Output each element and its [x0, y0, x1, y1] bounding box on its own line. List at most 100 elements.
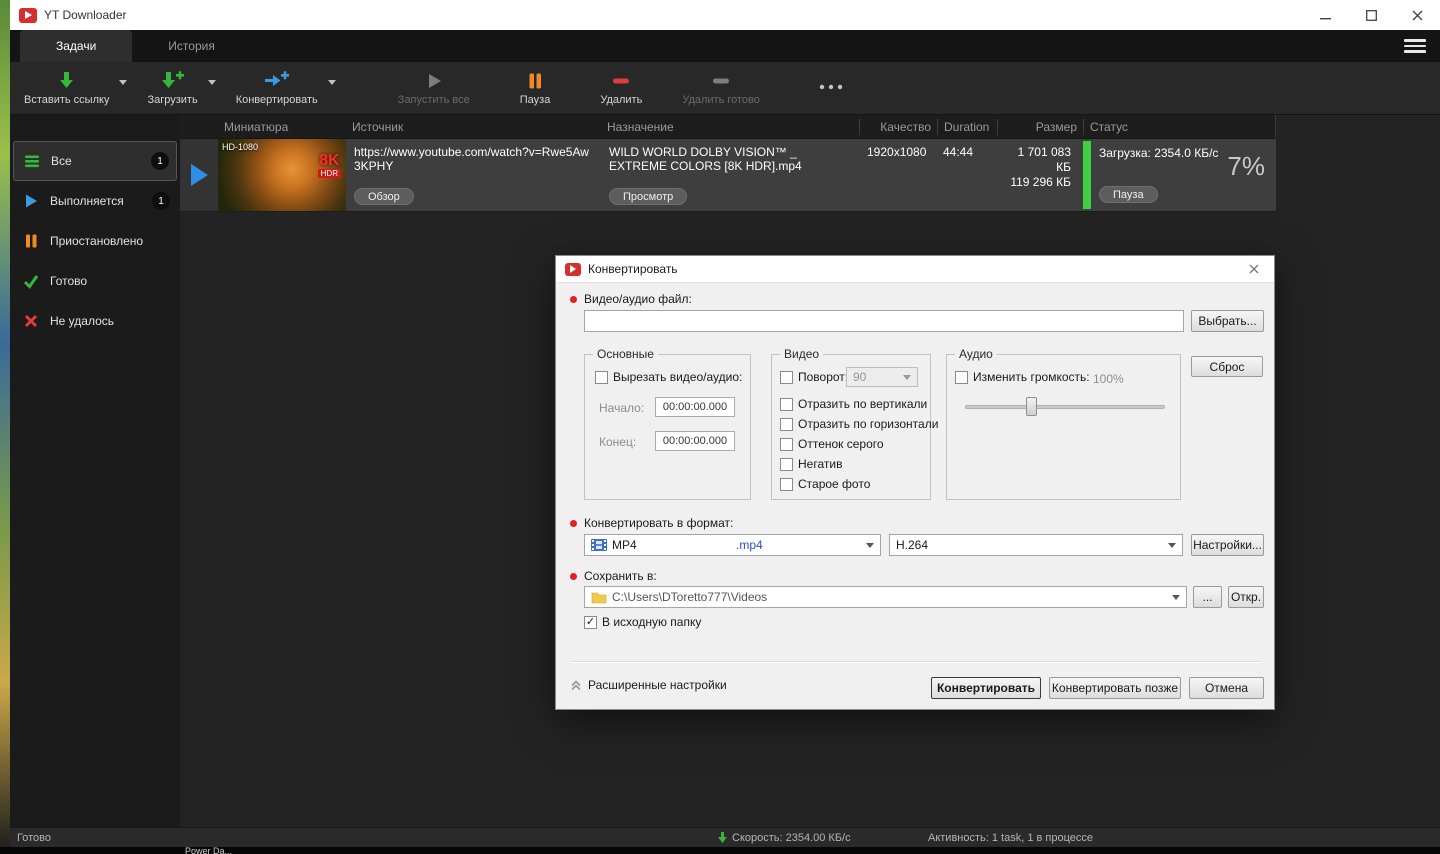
group-video: Видео Поворот: 90 Отразить по вертикали … [771, 347, 938, 500]
sidebar-item-all[interactable]: Все 1 [13, 141, 177, 181]
dialog-separator [570, 661, 1262, 662]
browse-button[interactable]: ... [1193, 586, 1222, 608]
sidebar-item-paused[interactable]: Приостановлено [10, 221, 180, 261]
menu-button[interactable] [1404, 39, 1426, 53]
close-icon [1249, 264, 1259, 274]
film-icon [591, 539, 607, 551]
minimize-button[interactable] [1302, 0, 1348, 30]
pause-icon [23, 233, 41, 249]
sidebar-item-running[interactable]: Выполняется 1 [10, 181, 180, 221]
close-button[interactable] [1394, 0, 1440, 30]
download-dropdown-caret[interactable] [207, 79, 216, 85]
source-cell: https://www.youtube.com/watch?v=Rwe5Aw3K… [346, 139, 601, 211]
start-all-button[interactable]: Запустить все [390, 68, 478, 109]
maximize-button[interactable] [1348, 0, 1394, 30]
paste-link-button[interactable]: Вставить ссылку [16, 68, 117, 109]
quality-value: 1920x1080 [867, 145, 927, 159]
dialog-title: Конвертировать [588, 262, 678, 276]
sidebar-item-done[interactable]: Готово [10, 261, 180, 301]
paste-link-dropdown-caret[interactable] [119, 79, 128, 85]
convert-plus-icon [264, 71, 290, 91]
dialog-title-bar: Конвертировать [556, 256, 1274, 283]
old-photo-checkbox[interactable]: Старое фото [780, 477, 870, 491]
convert-dropdown-caret[interactable] [327, 79, 336, 85]
overview-button[interactable]: Обзор [354, 188, 414, 205]
tab-history[interactable]: История [132, 30, 251, 62]
play-icon [425, 71, 443, 91]
row-play-button[interactable] [180, 139, 218, 211]
col-destination[interactable]: Назначение [601, 120, 859, 134]
size-cell: 1 701 083 КБ 119 296 КБ [997, 139, 1083, 211]
volume-slider[interactable] [965, 397, 1165, 416]
group-basic: Основные Вырезать видео/аудио: Начало: К… [584, 347, 751, 500]
group-video-title: Видео [780, 347, 824, 361]
codec-select[interactable]: H.264 [889, 534, 1183, 556]
paste-link-label: Вставить ссылку [24, 93, 110, 106]
col-status[interactable]: Статус [1083, 118, 1275, 135]
col-size[interactable]: Размер [997, 118, 1083, 135]
reset-button[interactable]: Сброс [1191, 356, 1263, 377]
cancel-button[interactable]: Отмена [1189, 677, 1264, 699]
grayscale-checkbox[interactable]: Оттенок серого [780, 437, 884, 451]
format-select[interactable]: MP4 .mp4 [584, 534, 881, 556]
save-section-label: Сохранить в: [570, 569, 657, 583]
delete-button[interactable]: Удалить [592, 68, 650, 109]
col-quality[interactable]: Качество [859, 118, 937, 135]
delete-done-minus-icon [711, 71, 731, 91]
pause-all-label: Пауза [519, 93, 551, 106]
preview-button[interactable]: Просмотр [609, 188, 688, 205]
source-folder-checkbox[interactable]: ✓ В исходную папку [584, 615, 701, 629]
size-total: 1 701 083 КБ [1017, 145, 1071, 174]
format-settings-button[interactable]: Настройки... [1191, 534, 1264, 556]
sidebar-item-failed[interactable]: Не удалось [10, 301, 180, 341]
choose-file-button[interactable]: Выбрать... [1191, 310, 1264, 332]
required-bullet-icon [570, 572, 577, 580]
table-row[interactable]: HD-1080 8K HDR https://www.youtube.com/w… [180, 139, 1276, 212]
delete-done-button[interactable]: Удалить готово [674, 68, 768, 109]
dialog-close-button[interactable] [1243, 261, 1265, 277]
row-pause-button[interactable]: Пауза [1099, 186, 1158, 203]
minimize-icon [1319, 17, 1331, 19]
flip-vertical-checkbox[interactable]: Отразить по вертикали [780, 397, 927, 411]
save-path-select[interactable]: C:\Users\DToretto777\Videos [584, 586, 1187, 608]
open-folder-button[interactable]: Откр. [1228, 586, 1264, 608]
pause-all-button[interactable]: Пауза [512, 68, 559, 109]
file-input[interactable] [584, 310, 1184, 332]
end-time-input[interactable] [655, 431, 735, 451]
slider-handle[interactable] [1026, 397, 1037, 416]
col-duration[interactable]: Duration [937, 118, 997, 135]
more-button[interactable] [810, 77, 852, 100]
flip-horizontal-checkbox[interactable]: Отразить по горизонтали [780, 417, 938, 431]
download-label: Загрузить [147, 93, 198, 106]
title-bar: YT Downloader [10, 0, 1440, 30]
volume-checkbox[interactable]: Изменить громкость: [955, 370, 1090, 384]
required-bullet-icon [570, 295, 577, 303]
source-url[interactable]: https://www.youtube.com/watch?v=Rwe5Aw3K… [354, 145, 593, 173]
rotate-select[interactable]: 90 [846, 367, 918, 387]
negative-checkbox[interactable]: Негатив [780, 457, 842, 471]
window-title: YT Downloader [44, 8, 127, 22]
start-time-input[interactable] [655, 397, 735, 417]
sidebar-item-label: Приостановлено [50, 234, 144, 248]
cut-checkbox[interactable]: Вырезать видео/аудио: [595, 370, 742, 384]
convert-confirm-button[interactable]: Конвертировать [931, 677, 1041, 699]
thumb-quality-label: HD-1080 [222, 142, 259, 152]
download-plus-icon [161, 71, 185, 91]
required-bullet-icon [570, 519, 577, 527]
col-thumbnail[interactable]: Миниатюра [218, 120, 346, 134]
codec-value: H.264 [896, 538, 929, 552]
col-source[interactable]: Источник [346, 120, 601, 134]
close-icon [1412, 10, 1422, 20]
convert-button[interactable]: Конвертировать [228, 68, 326, 109]
download-button[interactable]: Загрузить [139, 68, 205, 109]
play-icon [190, 164, 208, 186]
sidebar: Все 1 Выполняется 1 Приостановлено Готов… [10, 115, 180, 827]
advanced-settings-toggle[interactable]: Расширенные настройки [570, 678, 727, 692]
video-thumbnail[interactable]: HD-1080 8K HDR [218, 139, 346, 211]
checkmark-icon [23, 273, 41, 289]
format-extension: .mp4 [736, 538, 763, 552]
convert-later-button[interactable]: Конвертировать позже [1049, 677, 1181, 699]
save-path-value: C:\Users\DToretto777\Videos [612, 590, 768, 604]
rotate-checkbox[interactable]: Поворот: [780, 370, 848, 384]
tab-tasks[interactable]: Задачи [20, 30, 133, 62]
